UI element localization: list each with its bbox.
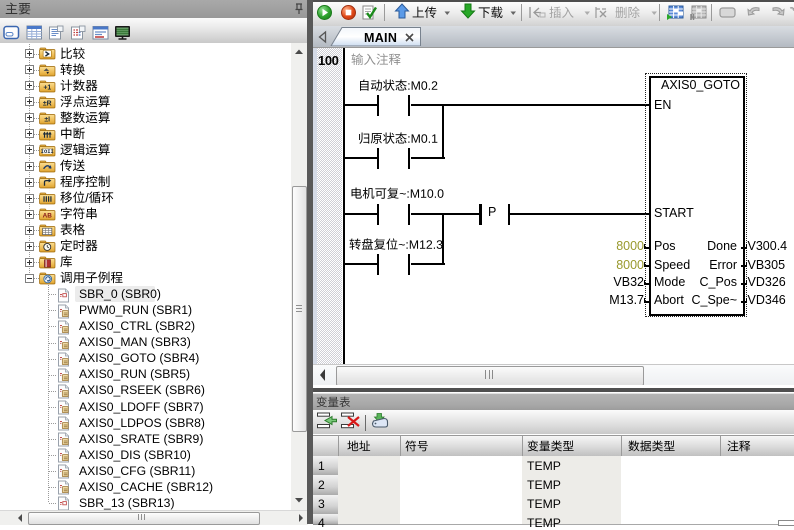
svg-text:±I: ±I bbox=[44, 116, 50, 123]
svg-text:±R: ±R bbox=[43, 100, 52, 107]
svg-text:IOII: IOII bbox=[41, 148, 54, 155]
svg-text:AB: AB bbox=[43, 213, 53, 220]
svg-text:+1: +1 bbox=[43, 84, 51, 91]
